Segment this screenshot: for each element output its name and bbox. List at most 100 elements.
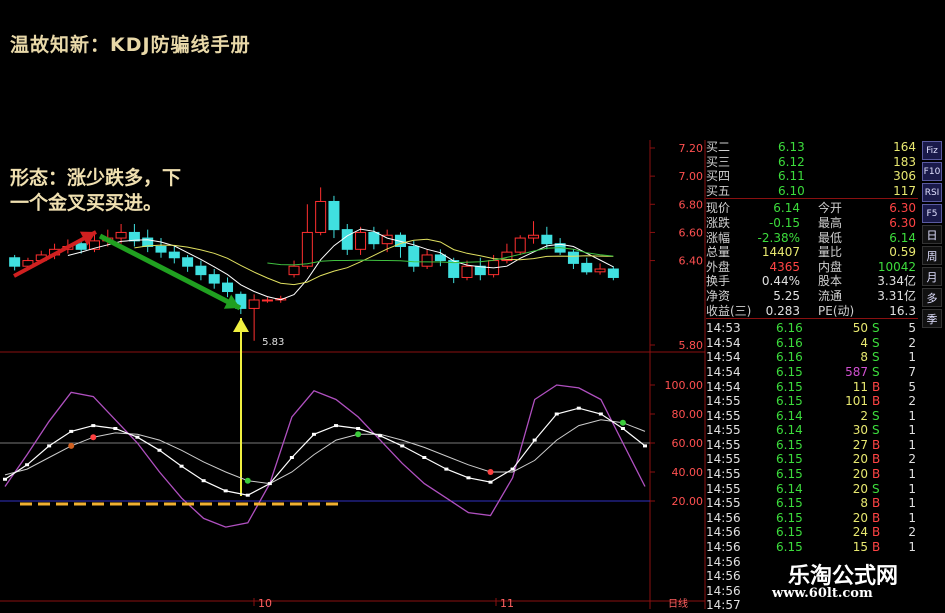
tick-price: 6.15 xyxy=(776,510,803,525)
stat-label: 收益(三) xyxy=(706,303,752,318)
kdj-k-point xyxy=(466,476,471,480)
stat-label: 涨跌 xyxy=(706,215,731,230)
date-mark-label: 10 xyxy=(258,597,272,609)
tick-count: 2 xyxy=(908,525,916,540)
tick-volume: 24 xyxy=(852,525,868,540)
stat-value: 5.25 xyxy=(773,288,800,303)
candle-body xyxy=(168,251,180,259)
stat-value-2: 6.30 xyxy=(889,201,916,216)
tick-row: 14:56 6.15 15 B 1 xyxy=(706,540,918,555)
period-label: 日线 xyxy=(668,597,688,609)
stat-value: 6.14 xyxy=(773,201,800,216)
stat-label: 现价 xyxy=(706,201,731,216)
candle-body xyxy=(607,268,619,278)
kdj-axis-label: 60.00 xyxy=(672,437,704,450)
kdj-k-point xyxy=(69,429,74,433)
stat-value: -0.15 xyxy=(768,215,800,230)
price-axis-label: 5.80 xyxy=(679,339,704,352)
toolbar-sidebar: Fiz F10 RSI F5 日周月多季 xyxy=(921,140,945,330)
sidebar-button-1[interactable]: F10 xyxy=(922,162,942,181)
sidebar-button-0[interactable]: Fiz xyxy=(922,141,942,160)
tick-row: 14:55 6.15 101 B 2 xyxy=(706,394,918,409)
order-book-row: 买五 6.10 117 xyxy=(706,184,918,199)
tick-count: 1 xyxy=(908,540,916,555)
sidebar-button-5[interactable]: 周 xyxy=(922,246,942,265)
sidebar-button-2[interactable]: RSI xyxy=(922,183,942,202)
tick-row: 14:54 6.16 4 S 2 xyxy=(706,336,918,351)
quote-panel: 买二 6.13 164 买三 6.12 183 买四 6.11 306 买五 6.10 117 现价 6.… xyxy=(706,140,918,613)
sidebar-button-8[interactable]: 季 xyxy=(922,309,942,328)
tick-row: 14:55 6.14 20 S 1 xyxy=(706,482,918,497)
tick-row: 14:54 6.16 8 S 1 xyxy=(706,350,918,365)
stat-value-2: 10042 xyxy=(877,259,916,274)
sidebar-button-3[interactable]: F5 xyxy=(922,204,942,223)
tick-time: 14:53 xyxy=(706,321,741,336)
candle-body xyxy=(368,231,380,245)
candle-body xyxy=(567,251,579,264)
sidebar-button-4[interactable]: 日 xyxy=(922,225,942,244)
stat-label: 净资 xyxy=(706,288,731,303)
kdj-axis-label: 80.00 xyxy=(672,408,704,421)
candle-body xyxy=(75,243,87,250)
tick-row: 14:55 6.15 8 B 1 xyxy=(706,496,918,511)
sidebar-button-6[interactable]: 月 xyxy=(922,267,942,286)
tick-count: 1 xyxy=(908,481,916,496)
kdj-cross-marker xyxy=(619,419,626,426)
bid-price: 6.13 xyxy=(778,140,805,154)
stat-label-2: 股本 xyxy=(818,274,843,289)
tick-row: 14:55 6.15 20 B 1 xyxy=(706,467,918,482)
tick-volume: 30 xyxy=(852,423,868,438)
kdj-k-point xyxy=(267,482,272,486)
candle-body xyxy=(581,262,593,273)
kdj-cross-marker xyxy=(487,469,494,475)
tick-volume: 2 xyxy=(860,408,868,423)
stat-value-2: 3.34亿 xyxy=(877,274,916,289)
tick-price: 6.15 xyxy=(776,437,803,452)
low-price-label: 5.83 xyxy=(262,337,284,348)
tick-volume: 27 xyxy=(852,437,868,452)
stat-label-2: PE(动) xyxy=(818,303,855,318)
bid-level-label: 买五 xyxy=(706,183,731,198)
kdj-cross-marker xyxy=(244,477,251,484)
kdj-k-point xyxy=(576,406,581,410)
candle-body xyxy=(9,257,21,267)
stat-label-2: 量比 xyxy=(818,245,843,260)
bid-volume: 306 xyxy=(893,169,916,184)
stat-row: 涨幅 -2.38% 最低 6.14 xyxy=(706,231,918,246)
candle-body xyxy=(461,265,473,278)
bid-level-label: 买二 xyxy=(706,140,731,154)
tick-row: 14:55 6.14 2 S 1 xyxy=(706,409,918,424)
tick-time: 14:55 xyxy=(706,481,741,496)
tick-volume: 587 xyxy=(845,364,868,379)
pattern-annotation: 形态：涨少跌多，下 一个金叉买买进。 xyxy=(10,166,181,216)
candle-body xyxy=(315,200,327,233)
tick-volume: 101 xyxy=(845,394,868,409)
candle-body xyxy=(448,260,460,278)
stat-value-2: 6.14 xyxy=(889,230,916,245)
tick-direction: B xyxy=(872,467,881,482)
price-axis-label: 7.20 xyxy=(679,142,704,155)
tick-volume: 20 xyxy=(852,467,868,482)
candle-body xyxy=(261,299,273,302)
stat-row: 外盘 4365 内盘 10042 xyxy=(706,260,918,275)
sidebar-button-7[interactable]: 多 xyxy=(922,288,942,307)
tick-time: 14:56 xyxy=(706,569,741,584)
tick-row: 14:55 6.14 30 S 1 xyxy=(706,423,918,438)
kdj-k-point xyxy=(400,444,405,448)
bid-price: 6.12 xyxy=(778,154,805,169)
tick-price: 6.15 xyxy=(776,452,803,467)
kdj-k-point xyxy=(510,467,515,471)
stat-value-2: 16.3 xyxy=(889,303,916,318)
candle-body xyxy=(528,234,540,239)
tick-count: 1 xyxy=(908,510,916,525)
candle-body xyxy=(514,237,526,253)
order-book-row: 买二 6.13 164 xyxy=(706,140,918,155)
candle-body xyxy=(288,265,300,276)
candle-body xyxy=(541,234,553,245)
tick-time: 14:56 xyxy=(706,525,741,540)
tick-direction: B xyxy=(872,394,881,409)
candle-body xyxy=(421,254,433,267)
kdj-k-point xyxy=(47,444,52,448)
tick-count: 2 xyxy=(908,452,916,467)
tick-price: 6.15 xyxy=(776,467,803,482)
